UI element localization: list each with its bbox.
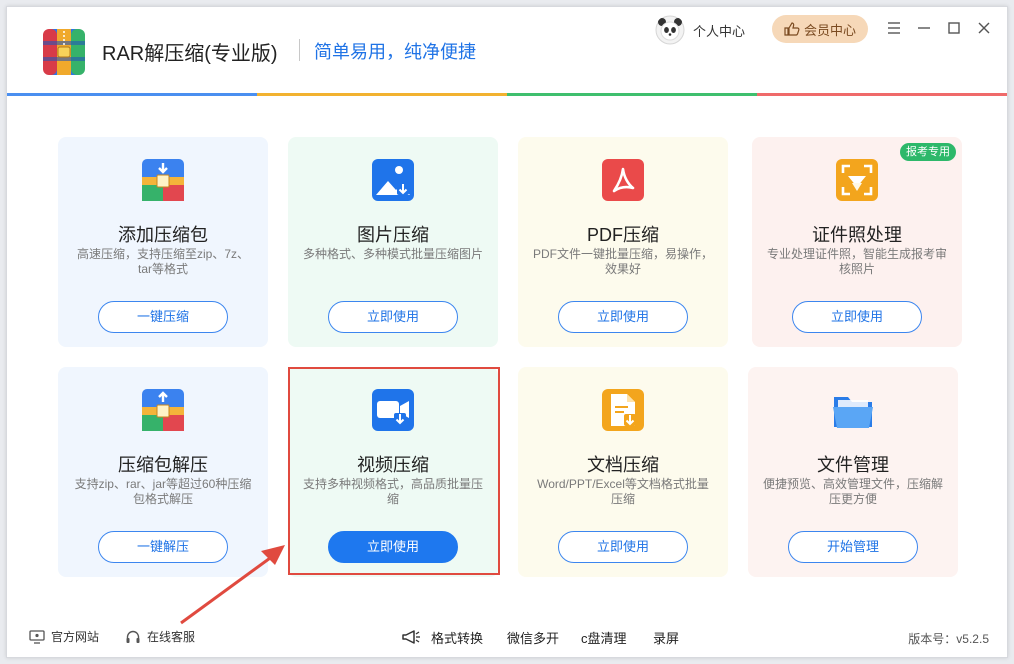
pdf-icon xyxy=(602,159,644,201)
card-title: 证件照处理 xyxy=(812,225,902,245)
card-title: 添加压缩包 xyxy=(118,225,208,245)
user-center-label: 个人中心 xyxy=(693,23,746,39)
folder-icon xyxy=(833,397,873,428)
video-compress-icon xyxy=(372,389,414,431)
title-separator xyxy=(299,39,300,61)
official-website-link[interactable]: 官方网站 xyxy=(29,628,99,645)
archive-extract-icon xyxy=(142,389,184,431)
card-document-compress: 文档压缩 Word/PPT/Excel等文档格式批量压缩 立即使用 xyxy=(518,367,728,577)
id-photo-icon xyxy=(836,159,878,201)
card-description: Word/PPT/Excel等文档格式批量压缩 xyxy=(537,477,709,506)
card-description: PDF文件一键批量压缩，易操作，效果好 xyxy=(532,247,713,276)
app-logo-icon xyxy=(43,29,85,75)
headset-icon xyxy=(126,630,140,643)
close-icon[interactable] xyxy=(975,19,993,37)
card-title: 视频压缩 xyxy=(357,455,429,475)
online-support-label: 在线客服 xyxy=(147,630,196,644)
format-convert-link[interactable]: 格式转换 xyxy=(431,628,483,647)
card-description: 便捷预览、高效管理文件，压缩解压更方便 xyxy=(762,477,943,506)
card-add-archive: 添加压缩包 高速压缩，支持压缩至zip、7z、tar等格式 一键压缩 xyxy=(58,137,268,347)
version-label: 版本号：v5.2.5 xyxy=(908,632,989,646)
megaphone-icon xyxy=(402,630,420,644)
use-now-button[interactable]: 立即使用 xyxy=(558,531,688,563)
card-description: 支持zip、rar、jar等超过60种压缩包格式解压 xyxy=(74,477,252,506)
card-video-compress: 视频压缩 支持多种视频格式，高品质批量压缩 立即使用 xyxy=(288,367,498,577)
card-description: 专业处理证件照，智能生成报考审核照片 xyxy=(766,247,947,276)
monitor-icon xyxy=(29,629,45,644)
online-support-link[interactable]: 在线客服 xyxy=(125,628,195,645)
card-title: PDF压缩 xyxy=(587,225,659,245)
card-pdf-compress: PDF压缩 PDF文件一键批量压缩，易操作，效果好 立即使用 xyxy=(518,137,728,347)
maximize-icon[interactable] xyxy=(945,19,963,37)
official-website-label: 官方网站 xyxy=(51,630,100,644)
minimize-icon[interactable] xyxy=(915,19,933,37)
card-file-manager: 文件管理 便捷预览、高效管理文件，压缩解压更方便 开始管理 xyxy=(748,367,958,577)
app-window: RAR解压缩(专业版) 简单易用，纯净便捷 个人中心 会员中心 添加压缩包 高速… xyxy=(6,6,1008,658)
card-description: 多种格式、多种模式批量压缩图片 xyxy=(302,247,483,261)
card-id-photo: 报考专用 证件照处理 专业处理证件照，智能生成报考审核照片 立即使用 xyxy=(752,137,962,347)
panda-avatar-icon xyxy=(655,15,685,45)
use-now-button[interactable]: 立即使用 xyxy=(558,301,688,333)
use-now-button[interactable]: 立即使用 xyxy=(328,301,458,333)
document-compress-icon xyxy=(602,389,644,431)
c-drive-clean-link[interactable]: c盘清理 xyxy=(581,628,627,647)
use-now-button[interactable]: 立即使用 xyxy=(328,531,458,563)
one-click-compress-button[interactable]: 一键压缩 xyxy=(98,301,228,333)
archive-add-icon xyxy=(142,159,184,201)
pointer-arrow-icon xyxy=(180,545,285,625)
use-now-button[interactable]: 立即使用 xyxy=(792,301,922,333)
footer-bar: 官方网站 在线客服 格式转换 微信多开 c盘清理 录屏 版本号：v5.2.5 xyxy=(7,619,1007,655)
card-image-compress: 图片压缩 多种格式、多种模式批量压缩图片 立即使用 xyxy=(288,137,498,347)
card-title: 压缩包解压 xyxy=(118,455,208,475)
image-compress-icon xyxy=(372,159,414,201)
card-title: 图片压缩 xyxy=(357,225,429,245)
screen-record-link[interactable]: 录屏 xyxy=(653,628,679,647)
exam-tag-badge: 报考专用 xyxy=(900,143,956,161)
menu-icon[interactable] xyxy=(885,19,903,37)
wechat-multi-open-link[interactable]: 微信多开 xyxy=(507,628,559,647)
accent-bar xyxy=(7,93,1007,96)
title-bar: RAR解压缩(专业版) 简单易用，纯净便捷 个人中心 会员中心 xyxy=(7,7,1007,96)
app-slogan: 简单易用，纯净便捷 xyxy=(314,42,476,62)
card-title: 文件管理 xyxy=(817,455,889,475)
start-manage-button[interactable]: 开始管理 xyxy=(788,531,918,563)
vip-center-button[interactable]: 会员中心 xyxy=(772,15,868,43)
thumbs-up-icon xyxy=(784,22,800,36)
app-title: RAR解压缩(专业版) xyxy=(102,43,278,65)
card-description: 高速压缩，支持压缩至zip、7z、tar等格式 xyxy=(76,247,249,276)
card-description: 支持多种视频格式，高品质批量压缩 xyxy=(302,477,483,506)
vip-center-label: 会员中心 xyxy=(803,22,856,38)
user-center-button[interactable]: 个人中心 xyxy=(655,15,745,45)
card-title: 文档压缩 xyxy=(587,455,659,475)
